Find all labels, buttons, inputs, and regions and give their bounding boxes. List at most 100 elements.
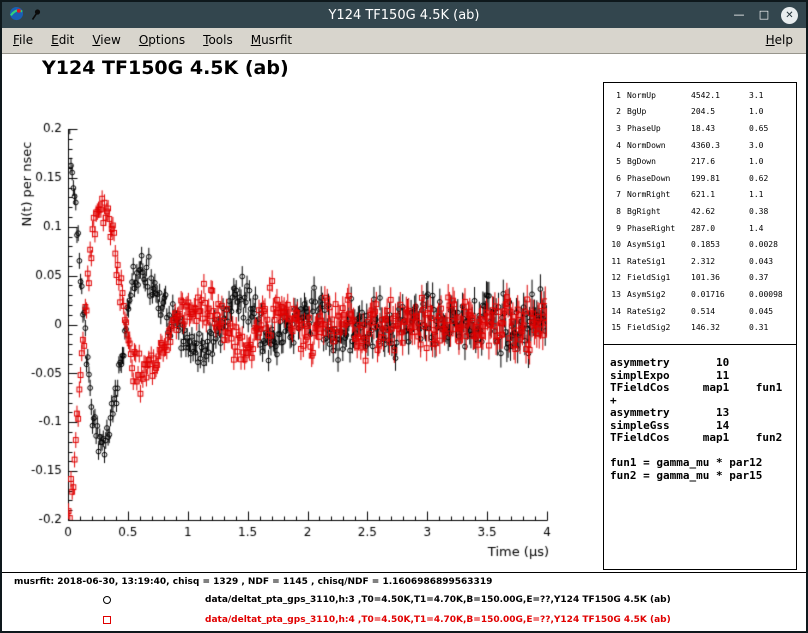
legend-row: data/deltat_pta_gps_3110,h:4 ,T0=4.50K,T… bbox=[2, 611, 602, 631]
param-pname: FieldSig2 bbox=[627, 323, 691, 332]
minimize-button[interactable]: — bbox=[731, 7, 747, 23]
param-perr: 0.31 bbox=[749, 323, 796, 332]
param-pname: NormRight bbox=[627, 190, 691, 199]
param-perr: 0.62 bbox=[749, 174, 796, 183]
param-pval: 287.0 bbox=[691, 224, 749, 233]
param-pname: RateSig2 bbox=[627, 307, 691, 316]
param-pval: 4542.1 bbox=[691, 91, 749, 100]
param-row: 7 NormRight621.11.1 bbox=[609, 187, 796, 204]
menu-item-edit[interactable]: Edit bbox=[42, 28, 83, 53]
param-pval: 0.514 bbox=[691, 307, 749, 316]
plot-canvas[interactable] bbox=[2, 54, 602, 574]
param-pname: PhaseRight bbox=[627, 224, 691, 233]
param-pname: AsymSig2 bbox=[627, 290, 691, 299]
param-pno: 3 bbox=[609, 124, 621, 133]
param-perr: 0.045 bbox=[749, 307, 796, 316]
theory-line: TFieldCos map1 fun2 bbox=[610, 432, 796, 445]
param-perr: 0.00098 bbox=[749, 290, 796, 299]
param-perr: 3.0 bbox=[749, 141, 796, 150]
menubar-left: FileEditViewOptionsToolsMusrfit bbox=[4, 28, 301, 53]
param-row: 11 RateSig12.3120.043 bbox=[609, 253, 796, 270]
param-perr: 0.65 bbox=[749, 124, 796, 133]
param-pval: 101.36 bbox=[691, 273, 749, 282]
param-pno: 4 bbox=[609, 141, 621, 150]
info-divider bbox=[2, 572, 806, 573]
param-pno: 13 bbox=[609, 290, 621, 299]
param-row: 9PhaseRight287.01.4 bbox=[609, 220, 796, 237]
menu-item-options[interactable]: Options bbox=[130, 28, 194, 53]
param-perr: 1.0 bbox=[749, 107, 796, 116]
param-perr: 0.043 bbox=[749, 257, 796, 266]
param-pno: 15 bbox=[609, 323, 621, 332]
param-row: 3PhaseUp18.430.65 bbox=[609, 120, 796, 137]
params-list: 1NormUp4542.13.12BgUp204.51.03PhaseUp18.… bbox=[609, 87, 796, 336]
menu-item-help[interactable]: Help bbox=[757, 28, 802, 53]
theory-box: asymmetry 10simplExpo 11TFieldCos map1 f… bbox=[603, 344, 797, 570]
legend-text: data/deltat_pta_gps_3110,h:3 ,T0=4.50K,T… bbox=[205, 595, 671, 605]
legend-marker-circle bbox=[103, 596, 111, 604]
param-row: 1NormUp4542.13.1 bbox=[609, 87, 796, 104]
param-pname: PhaseDown bbox=[627, 174, 691, 183]
legend: data/deltat_pta_gps_3110,h:3 ,T0=4.50K,T… bbox=[2, 591, 602, 631]
param-pname: BgDown bbox=[627, 157, 691, 166]
param-row: 13 AsymSig20.017160.00098 bbox=[609, 286, 796, 303]
param-pno: 14 bbox=[609, 307, 621, 316]
param-pval: 204.5 bbox=[691, 107, 749, 116]
legend-marker-square bbox=[103, 616, 111, 624]
app-window: Y124 TF150G 4.5K (ab) — □ ✕ FileEditView… bbox=[0, 0, 808, 633]
menu-item-view[interactable]: View bbox=[83, 28, 129, 53]
param-pval: 621.1 bbox=[691, 190, 749, 199]
param-pno: 6 bbox=[609, 174, 621, 183]
menu-item-musrfit[interactable]: Musrfit bbox=[242, 28, 301, 53]
legend-text: data/deltat_pta_gps_3110,h:4 ,T0=4.50K,T… bbox=[205, 615, 671, 625]
theory-line: asymmetry 10 bbox=[610, 357, 796, 370]
theory-line: TFieldCos map1 fun1 bbox=[610, 382, 796, 395]
titlebar[interactable]: Y124 TF150G 4.5K (ab) — □ ✕ bbox=[2, 2, 806, 28]
maximize-button[interactable]: □ bbox=[756, 7, 772, 23]
pin-icon[interactable] bbox=[30, 6, 42, 25]
param-pname: FieldSig1 bbox=[627, 273, 691, 282]
param-perr: 0.0028 bbox=[749, 240, 796, 249]
param-row: 10 AsymSig10.18530.0028 bbox=[609, 236, 796, 253]
param-pno: 11 bbox=[609, 257, 621, 266]
app-icon bbox=[9, 6, 24, 25]
param-pval: 0.1853 bbox=[691, 240, 749, 249]
param-pname: RateSig1 bbox=[627, 257, 691, 266]
param-pname: BgRight bbox=[627, 207, 691, 216]
param-pval: 4360.3 bbox=[691, 141, 749, 150]
param-pval: 18.43 bbox=[691, 124, 749, 133]
param-perr: 3.1 bbox=[749, 91, 796, 100]
param-pval: 0.01716 bbox=[691, 290, 749, 299]
close-button[interactable]: ✕ bbox=[781, 7, 798, 24]
menu-item-tools[interactable]: Tools bbox=[194, 28, 242, 53]
param-pname: NormUp bbox=[627, 91, 691, 100]
param-row: 6 PhaseDown199.810.62 bbox=[609, 170, 796, 187]
param-row: 12 FieldSig1101.360.37 bbox=[609, 270, 796, 287]
param-pname: AsymSig1 bbox=[627, 240, 691, 249]
param-perr: 0.37 bbox=[749, 273, 796, 282]
param-perr: 0.38 bbox=[749, 207, 796, 216]
param-pval: 2.312 bbox=[691, 257, 749, 266]
param-row: 4NormDown4360.33.0 bbox=[609, 137, 796, 154]
param-pno: 2 bbox=[609, 107, 621, 116]
param-pno: 8 bbox=[609, 207, 621, 216]
menubar: FileEditViewOptionsToolsMusrfit Help bbox=[2, 28, 806, 54]
param-pval: 217.6 bbox=[691, 157, 749, 166]
param-perr: 1.0 bbox=[749, 157, 796, 166]
param-pno: 10 bbox=[609, 240, 621, 249]
param-perr: 1.4 bbox=[749, 224, 796, 233]
param-row: 8 BgRight42.620.38 bbox=[609, 203, 796, 220]
param-pno: 7 bbox=[609, 190, 621, 199]
param-row: 2 BgUp204.51.0 bbox=[609, 104, 796, 121]
legend-row: data/deltat_pta_gps_3110,h:3 ,T0=4.50K,T… bbox=[2, 591, 602, 611]
menu-item-file[interactable]: File bbox=[4, 28, 42, 53]
params-box: 1NormUp4542.13.12BgUp204.51.03PhaseUp18.… bbox=[603, 82, 797, 345]
theory-line: asymmetry 13 bbox=[610, 407, 796, 420]
param-perr: 1.1 bbox=[749, 190, 796, 199]
param-pno: 12 bbox=[609, 273, 621, 282]
param-pval: 199.81 bbox=[691, 174, 749, 183]
param-pname: BgUp bbox=[627, 107, 691, 116]
param-pval: 42.62 bbox=[691, 207, 749, 216]
theory-line: fun1 = gamma_mu * par12 bbox=[610, 457, 796, 470]
param-pval: 146.32 bbox=[691, 323, 749, 332]
